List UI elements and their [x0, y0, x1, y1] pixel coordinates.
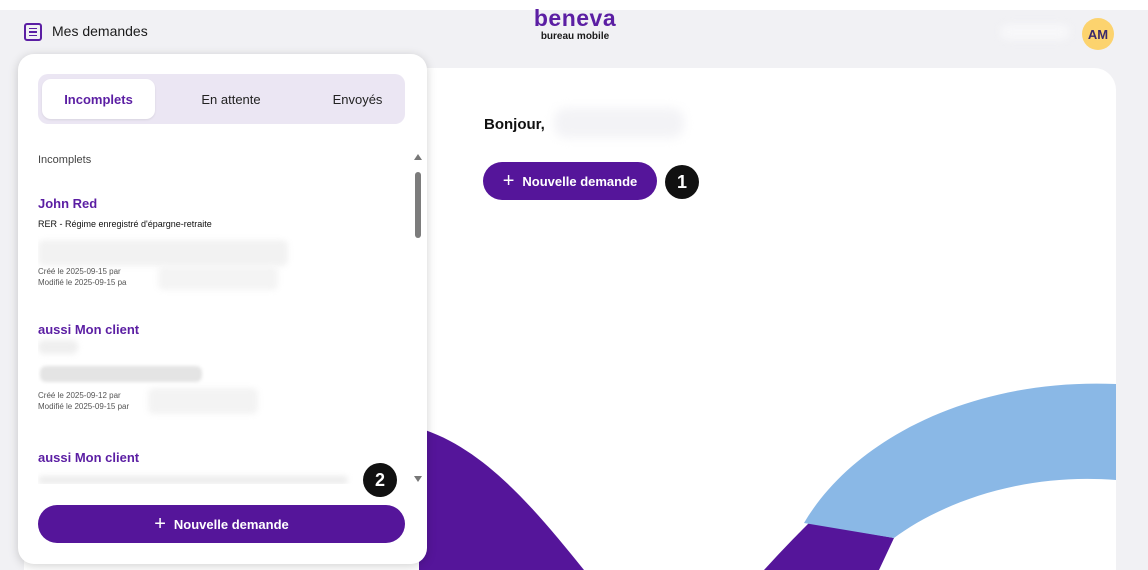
blue-ring [804, 383, 1116, 538]
blurred-content [40, 366, 202, 382]
plus-icon: + [154, 513, 166, 535]
list-menu-icon[interactable] [24, 23, 42, 41]
tab-en-attente[interactable]: En attente [176, 79, 286, 119]
list-scrollbar[interactable] [414, 154, 422, 482]
blurred-content [1000, 24, 1070, 40]
scroll-down-arrow-icon[interactable] [414, 476, 422, 482]
scroll-up-arrow-icon[interactable] [414, 154, 422, 160]
new-request-label: Nouvelle demande [173, 516, 289, 532]
greeting: Bonjour, [484, 116, 545, 133]
created-date: Créé le 2025-09-12 par [38, 391, 121, 400]
requests-panel: Incomplets En attente Envoyés Incomplets… [18, 54, 427, 564]
logo-subtitle: bureau mobile [540, 31, 610, 42]
blurred-content [38, 476, 348, 484]
modified-date: Modifié le 2025-09-15 par [38, 402, 130, 411]
blurred-content [554, 108, 684, 138]
client-name: aussi Mon client [38, 450, 140, 465]
blurred-content [38, 240, 288, 266]
blurred-content [158, 266, 278, 290]
step-marker-1: 1 [665, 165, 699, 199]
step-marker-2: 2 [363, 463, 397, 497]
status-tabs: Incomplets En attente Envoyés [38, 74, 405, 124]
tab-incomplets[interactable]: Incomplets [42, 79, 155, 119]
new-request-button[interactable]: + Nouvelle demande [483, 162, 657, 200]
blurred-content [148, 388, 258, 414]
tab-envoyes[interactable]: Envoyés [310, 79, 405, 119]
logo: beneva bureau mobile [520, 6, 630, 42]
logo-name: beneva [533, 5, 617, 31]
created-date: Créé le 2025-09-15 par [38, 267, 121, 276]
list-item[interactable]: John Red RER - Régime enregistré d'éparg… [38, 196, 410, 290]
section-label: Incomplets [38, 154, 92, 166]
list-item[interactable]: aussi Mon client [38, 450, 410, 484]
scroll-thumb[interactable] [415, 172, 421, 238]
avatar[interactable]: AM [1082, 18, 1114, 50]
client-name: John Red [38, 196, 98, 211]
blurred-content [38, 340, 78, 354]
product-type: RER - Régime enregistré d'épargne-retrai… [38, 219, 212, 229]
request-list: Incomplets John Red RER - Régime enregis… [38, 152, 410, 484]
header-title[interactable]: Mes demandes [52, 23, 148, 39]
client-name: aussi Mon client [38, 322, 140, 337]
plus-icon: + [502, 170, 515, 192]
purple-shape-left [419, 428, 584, 570]
new-request-label: Nouvelle demande [522, 173, 638, 189]
list-item[interactable]: aussi Mon client Créé le 2025-09-12 par … [38, 322, 410, 414]
header: Mes demandes beneva bureau mobile AM [0, 0, 1148, 62]
panel-new-request-button[interactable]: + Nouvelle demande [38, 505, 405, 543]
modified-date: Modifié le 2025-09-15 pa [38, 278, 127, 287]
